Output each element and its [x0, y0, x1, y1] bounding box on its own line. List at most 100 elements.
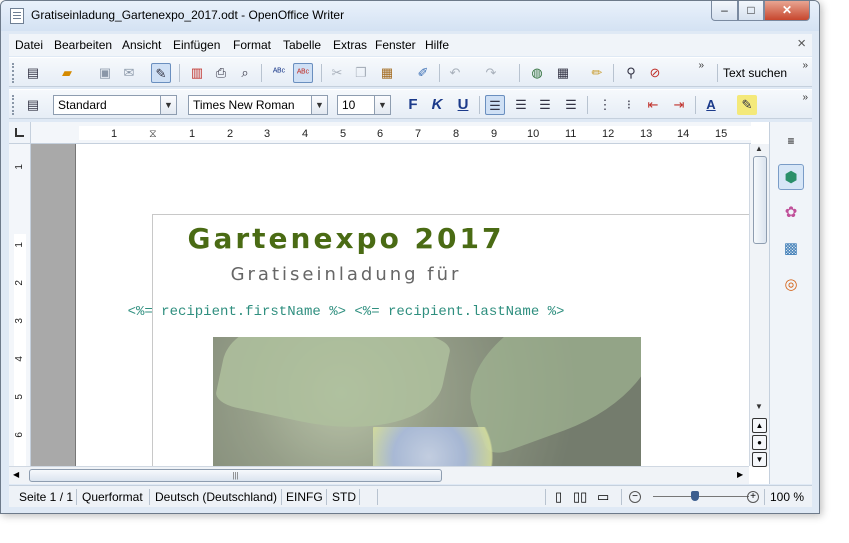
save-icon[interactable]: ▣: [95, 63, 115, 83]
format-paintbrush-icon[interactable]: ✐: [413, 63, 433, 83]
undo-icon[interactable]: ↶: [445, 63, 465, 83]
previous-page-icon[interactable]: ▲: [752, 418, 767, 433]
multi-page-view-icon[interactable]: ▯▯: [573, 489, 587, 505]
align-left-icon[interactable]: ☰: [485, 95, 505, 115]
menu-hilfe[interactable]: Hilfe: [425, 38, 449, 52]
chevron-down-icon[interactable]: ▼: [160, 96, 176, 114]
sidebar-menu-icon[interactable]: ≡: [778, 128, 804, 154]
find-text-label[interactable]: Text suchen: [723, 66, 787, 80]
zoom-level[interactable]: 100 %: [770, 490, 804, 504]
menu-einfuegen[interactable]: Einfügen: [173, 38, 220, 52]
menu-bearbeiten[interactable]: Bearbeiten: [54, 38, 112, 52]
zoom-slider[interactable]: [653, 496, 749, 497]
decrease-indent-icon[interactable]: ⇤: [643, 95, 663, 115]
scroll-right-icon[interactable]: ▶: [737, 470, 743, 479]
bullets-icon[interactable]: ⁝: [619, 95, 639, 115]
next-page-icon[interactable]: ▼: [752, 452, 767, 467]
book-view-icon[interactable]: ▭: [597, 489, 609, 505]
toolbar-overflow-icon[interactable]: »: [698, 60, 704, 71]
zoom-slider-knob[interactable]: [691, 491, 699, 501]
new-document-icon[interactable]: ▤: [23, 63, 43, 83]
numbering-icon[interactable]: ⋮: [595, 95, 615, 115]
menu-datei[interactable]: Datei: [15, 38, 43, 52]
font-color-icon[interactable]: A: [701, 95, 721, 115]
print-preview-icon[interactable]: ⌕: [235, 63, 255, 83]
navigation-icon[interactable]: ●: [752, 435, 767, 450]
scroll-left-icon[interactable]: ◀: [13, 470, 19, 479]
menu-ansicht[interactable]: Ansicht: [122, 38, 161, 52]
italic-button[interactable]: K: [427, 95, 447, 115]
paste-icon[interactable]: ▦: [377, 63, 397, 83]
scroll-up-icon[interactable]: ▲: [755, 144, 763, 153]
menu-format[interactable]: Format: [233, 38, 271, 52]
styles-icon[interactable]: ✿: [778, 200, 804, 226]
horizontal-scroll-thumb[interactable]: |||: [29, 469, 442, 482]
close-window-button[interactable]: ✕: [764, 1, 810, 21]
bold-button[interactable]: F: [403, 95, 423, 115]
insert-mode[interactable]: EINFG: [286, 490, 323, 504]
increase-indent-icon[interactable]: ⇥: [669, 95, 689, 115]
vertical-ruler[interactable]: 1 1 2 3 4 5 6: [9, 144, 31, 484]
align-right-icon[interactable]: ☰: [535, 95, 555, 115]
spellcheck-icon[interactable]: ᴬᴮᶜ: [269, 63, 289, 83]
document-page[interactable]: Gartenexpo 2017 Gratiseinladung für <%= …: [76, 144, 749, 466]
close-document-button[interactable]: ×: [797, 35, 806, 52]
properties-icon[interactable]: ⬢: [778, 164, 804, 190]
chevron-down-icon[interactable]: ▼: [374, 96, 390, 114]
horizontal-scrollbar[interactable]: ◀ ||| ▶: [9, 466, 749, 484]
redo-icon[interactable]: ↷: [481, 63, 501, 83]
toolbar-grip[interactable]: [12, 95, 16, 115]
navigator-icon[interactable]: ⊘: [645, 63, 665, 83]
menu-tabelle[interactable]: Tabelle: [283, 38, 321, 52]
minimize-button[interactable]: –: [711, 1, 738, 21]
toolbar-grip[interactable]: [12, 63, 16, 83]
cut-icon[interactable]: ✂: [327, 63, 347, 83]
export-pdf-icon[interactable]: ▥: [187, 63, 207, 83]
document-subheading[interactable]: Gratiseinladung für: [76, 264, 616, 285]
indent-marker-icon[interactable]: ⧖: [149, 128, 157, 141]
vertical-scroll-thumb[interactable]: [753, 156, 767, 244]
print-icon[interactable]: ⎙: [211, 63, 231, 83]
edit-mode-icon[interactable]: ✎: [151, 63, 171, 83]
horizontal-ruler[interactable]: 1 ⧖ 1 2 3 4 5 6 7 8 9 10 11 12 13 14 15: [31, 122, 751, 144]
menu-fenster[interactable]: Fenster: [375, 38, 416, 52]
document-language[interactable]: Deutsch (Deutschland): [155, 490, 277, 504]
single-page-view-icon[interactable]: ▯: [555, 489, 562, 505]
find-replace-icon[interactable]: ⚲: [621, 63, 641, 83]
scroll-down-icon[interactable]: ▼: [755, 402, 763, 411]
table-icon[interactable]: ▦: [553, 63, 573, 83]
open-folder-icon[interactable]: ▰: [57, 63, 77, 83]
paragraph-style-select[interactable]: Standard ▼: [53, 95, 177, 115]
copy-icon[interactable]: ❐: [351, 63, 371, 83]
underline-button[interactable]: U: [453, 95, 473, 115]
selection-mode[interactable]: STD: [332, 490, 356, 504]
align-center-icon[interactable]: ☰: [511, 95, 531, 115]
standard-toolbar: ▤ ▰ ▣ ✉ ✎ ▥ ⎙ ⌕ ᴬᴮᶜ ᴬᴮᶜ ✂ ❐ ▦ ✐ ↶ ↷ ◍ ▦ …: [9, 57, 812, 87]
maximize-button[interactable]: □: [738, 1, 764, 21]
recipient-template-line[interactable]: <%= recipient.firstName %> <%= recipient…: [76, 304, 616, 320]
menu-extras[interactable]: Extras: [333, 38, 367, 52]
chevron-down-icon[interactable]: ▼: [311, 96, 327, 114]
zoom-out-icon[interactable]: −: [629, 491, 641, 503]
draw-functions-icon[interactable]: ✏: [587, 63, 607, 83]
zoom-in-icon[interactable]: +: [747, 491, 759, 503]
auto-spellcheck-icon[interactable]: ᴬᴮᶜ: [293, 63, 313, 83]
highlighting-icon[interactable]: ✎: [737, 95, 757, 115]
toolbar-overflow-icon[interactable]: »: [802, 92, 808, 103]
toolbar-separator: [179, 64, 180, 82]
page-orientation[interactable]: Querformat: [82, 490, 143, 504]
justify-icon[interactable]: ☰: [561, 95, 581, 115]
font-size-select[interactable]: 10 ▼: [337, 95, 391, 115]
document-heading[interactable]: Gartenexpo 2017: [76, 222, 616, 255]
email-icon[interactable]: ✉: [119, 63, 139, 83]
styles-formatting-icon[interactable]: ▤: [23, 95, 43, 115]
vertical-scrollbar[interactable]: ▲ ▼ ▲ ● ▼: [749, 144, 769, 467]
gallery-icon[interactable]: ▩: [778, 236, 804, 262]
navigator-compass-icon[interactable]: ◎: [778, 272, 804, 298]
hydrangea-photo[interactable]: [213, 337, 641, 466]
navigator-gallery-icon[interactable]: ◍: [527, 63, 547, 83]
page-indicator[interactable]: Seite 1 / 1: [19, 490, 73, 504]
toolbar-overflow-icon[interactable]: »: [802, 60, 808, 71]
tab-stop-selector[interactable]: [9, 122, 31, 144]
font-name-select[interactable]: Times New Roman ▼: [188, 95, 328, 115]
